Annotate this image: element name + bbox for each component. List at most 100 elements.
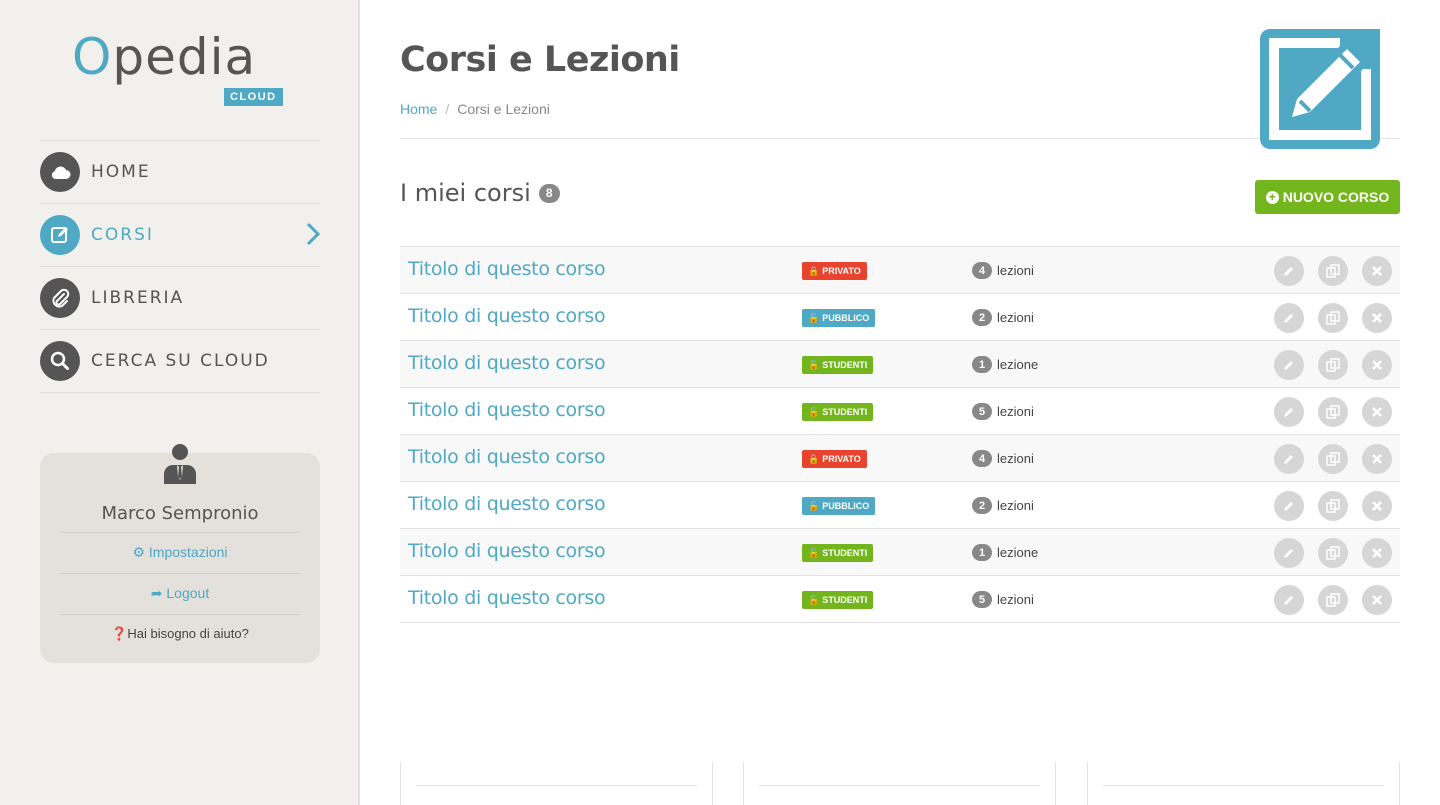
delete-course-button[interactable] <box>1362 256 1392 286</box>
section-title-text: I miei corsi <box>400 179 531 207</box>
lessons-count: 5 lezioni <box>972 403 1034 420</box>
status-badge: 🔒 PRIVATO <box>802 262 867 280</box>
cloud-icon <box>40 152 80 192</box>
divider <box>416 785 697 786</box>
edit-icon <box>1283 359 1295 371</box>
table-row: Titolo di questo corso 🔓 PUBBLICO 2 lezioni <box>400 294 1400 341</box>
close-icon <box>1372 548 1382 558</box>
nav-label-corsi: CORSI <box>91 225 154 245</box>
duplicate-course-button[interactable] <box>1318 444 1348 474</box>
lessons-label: lezioni <box>997 592 1034 607</box>
help-link[interactable]: ❓Hai bisogno di aiuto? <box>40 626 320 642</box>
plus-circle-icon: + <box>1265 190 1279 204</box>
status-badge: 🔓 PUBBLICO <box>802 309 876 327</box>
edit-icon <box>1283 547 1295 559</box>
lessons-label: lezioni <box>997 263 1034 278</box>
status-badge: 🔓 STUDENTI <box>802 591 874 609</box>
course-title-link[interactable]: Titolo di questo corso <box>408 352 606 374</box>
status-badge: 🔓 PUBBLICO <box>802 497 876 515</box>
close-icon <box>1372 266 1382 276</box>
breadcrumb-home[interactable]: Home <box>400 101 437 117</box>
delete-course-button[interactable] <box>1362 397 1392 427</box>
status-badge: 🔓 STUDENTI <box>802 544 874 562</box>
edit-icon <box>1283 500 1295 512</box>
course-title-link[interactable]: Titolo di questo corso <box>408 540 606 562</box>
logout-link[interactable]: ➦ Logout <box>40 585 320 602</box>
status-label: PRIVATO <box>822 454 861 464</box>
close-icon <box>1372 407 1382 417</box>
copy-icon <box>1326 358 1340 372</box>
edit-icon <box>1283 265 1295 277</box>
duplicate-course-button[interactable] <box>1318 350 1348 380</box>
course-title-link[interactable]: Titolo di questo corso <box>408 587 606 609</box>
copy-icon <box>1326 499 1340 513</box>
edit-course-button[interactable] <box>1274 350 1304 380</box>
edit-course-button[interactable] <box>1274 585 1304 615</box>
lessons-count: 2 lezioni <box>972 497 1034 514</box>
delete-course-button[interactable] <box>1362 303 1392 333</box>
close-icon <box>1372 595 1382 605</box>
divider <box>60 614 300 615</box>
sidebar: Opedia CLOUD HOME CORSI LIBRERIA CERCA S… <box>0 0 360 805</box>
settings-link[interactable]: ⚙ Impostazioni <box>40 544 320 561</box>
unlock-icon: 🔓 <box>808 312 820 323</box>
lessons-count: 4 lezioni <box>972 450 1034 467</box>
nav-item-cerca[interactable]: CERCA SU CLOUD <box>40 330 320 393</box>
duplicate-course-button[interactable] <box>1318 585 1348 615</box>
nav-item-libreria[interactable]: LIBRERIA <box>40 267 320 330</box>
delete-course-button[interactable] <box>1362 350 1392 380</box>
copy-icon <box>1326 593 1340 607</box>
status-label: STUDENTI <box>822 407 868 417</box>
breadcrumb: Home / Corsi e Lezioni <box>400 101 550 117</box>
table-row: Titolo di questo corso 🔒 PRIVATO 4 lezioni <box>400 435 1400 482</box>
courses-count-badge: 8 <box>538 183 560 203</box>
nav-item-home[interactable]: HOME <box>40 141 320 204</box>
edit-course-button[interactable] <box>1274 538 1304 568</box>
nav-label-home: HOME <box>91 162 151 182</box>
user-name: Marco Sempronio <box>101 503 259 524</box>
edit-course-button[interactable] <box>1274 256 1304 286</box>
lock-icon: 🔒 <box>808 265 820 276</box>
nav-item-corsi[interactable]: CORSI <box>40 204 321 267</box>
status-badge: 🔓 STUDENTI <box>802 403 874 421</box>
close-icon <box>1372 360 1382 370</box>
divider <box>60 532 300 533</box>
edit-icon <box>1283 594 1295 606</box>
duplicate-course-button[interactable] <box>1318 538 1348 568</box>
delete-course-button[interactable] <box>1362 538 1392 568</box>
status-label: PRIVATO <box>822 266 861 276</box>
duplicate-course-button[interactable] <box>1318 491 1348 521</box>
table-row: Titolo di questo corso 🔓 STUDENTI 5 lezioni <box>400 576 1400 623</box>
delete-course-button[interactable] <box>1362 585 1392 615</box>
edit-course-button[interactable] <box>1274 397 1304 427</box>
edit-icon <box>1260 29 1380 149</box>
lessons-number-badge: 2 <box>972 497 992 514</box>
main-nav: HOME CORSI LIBRERIA CERCA SU CLOUD <box>40 140 321 393</box>
course-title-link[interactable]: Titolo di questo corso <box>408 493 606 515</box>
bottom-card <box>400 762 713 805</box>
edit-course-button[interactable] <box>1274 444 1304 474</box>
new-course-button[interactable]: + NUOVO CORSO <box>1255 180 1400 214</box>
duplicate-course-button[interactable] <box>1318 303 1348 333</box>
delete-course-button[interactable] <box>1362 491 1392 521</box>
course-title-link[interactable]: Titolo di questo corso <box>408 258 606 280</box>
duplicate-course-button[interactable] <box>1318 397 1348 427</box>
bottom-card <box>743 762 1056 805</box>
course-title-link[interactable]: Titolo di questo corso <box>408 446 606 468</box>
breadcrumb-current: Corsi e Lezioni <box>457 101 550 117</box>
table-row: Titolo di questo corso 🔓 STUDENTI 1 lezione <box>400 341 1400 388</box>
duplicate-course-button[interactable] <box>1318 256 1348 286</box>
lessons-number-badge: 5 <box>972 591 992 608</box>
edit-course-button[interactable] <box>1274 303 1304 333</box>
delete-course-button[interactable] <box>1362 444 1392 474</box>
edit-course-button[interactable] <box>1274 491 1304 521</box>
course-title-link[interactable]: Titolo di questo corso <box>408 305 606 327</box>
lessons-label: lezioni <box>997 310 1034 325</box>
table-row: Titolo di questo corso 🔓 PUBBLICO 2 lezioni <box>400 482 1400 529</box>
status-badge: 🔓 STUDENTI <box>802 356 874 374</box>
gear-icon: ⚙ <box>132 544 149 560</box>
course-title-link[interactable]: Titolo di questo corso <box>408 399 606 421</box>
opedia-logo[interactable]: Opedia CLOUD <box>72 28 292 114</box>
lessons-label: lezioni <box>997 451 1034 466</box>
lessons-number-badge: 4 <box>972 450 992 467</box>
